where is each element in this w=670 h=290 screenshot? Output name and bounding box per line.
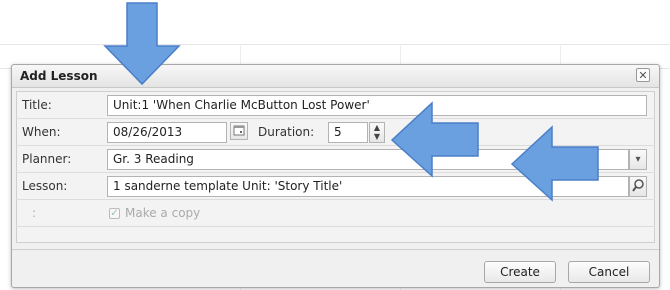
footer-divider	[12, 249, 659, 250]
left-arrow-annotation	[510, 125, 599, 202]
when-label: When:	[22, 125, 61, 139]
down-arrow-annotation	[103, 2, 181, 86]
dialog-title: Add Lesson	[20, 69, 98, 83]
duration-label: Duration:	[258, 125, 315, 139]
spinner-up-icon[interactable]: ▲	[370, 123, 384, 132]
make-copy-label: Make a copy	[125, 206, 201, 220]
title-label: Title:	[22, 98, 52, 112]
close-icon[interactable]: ✕	[636, 68, 650, 82]
calendar-icon[interactable]	[230, 122, 248, 140]
lesson-label: Lesson:	[22, 179, 68, 193]
spinner-icon[interactable]: ▲ ▼	[369, 122, 385, 143]
copy-row-label: :	[32, 206, 37, 220]
left-arrow-annotation	[390, 101, 479, 178]
date-input[interactable]: 08/26/2013	[107, 122, 227, 143]
title-input[interactable]: Unit:1 'When Charlie McButton Lost Power…	[107, 95, 647, 116]
planner-label: Planner:	[22, 152, 72, 166]
create-button[interactable]: Create	[484, 261, 556, 283]
row-divider	[16, 226, 655, 227]
chevron-down-icon[interactable]: ▾	[629, 149, 647, 170]
cancel-button[interactable]: Cancel	[568, 261, 650, 283]
make-copy-checkbox[interactable]: ✓	[109, 208, 120, 219]
row-divider	[16, 118, 655, 119]
spinner-down-icon[interactable]: ▼	[370, 132, 384, 141]
duration-input[interactable]: 5	[328, 122, 368, 143]
search-icon[interactable]	[629, 176, 647, 197]
